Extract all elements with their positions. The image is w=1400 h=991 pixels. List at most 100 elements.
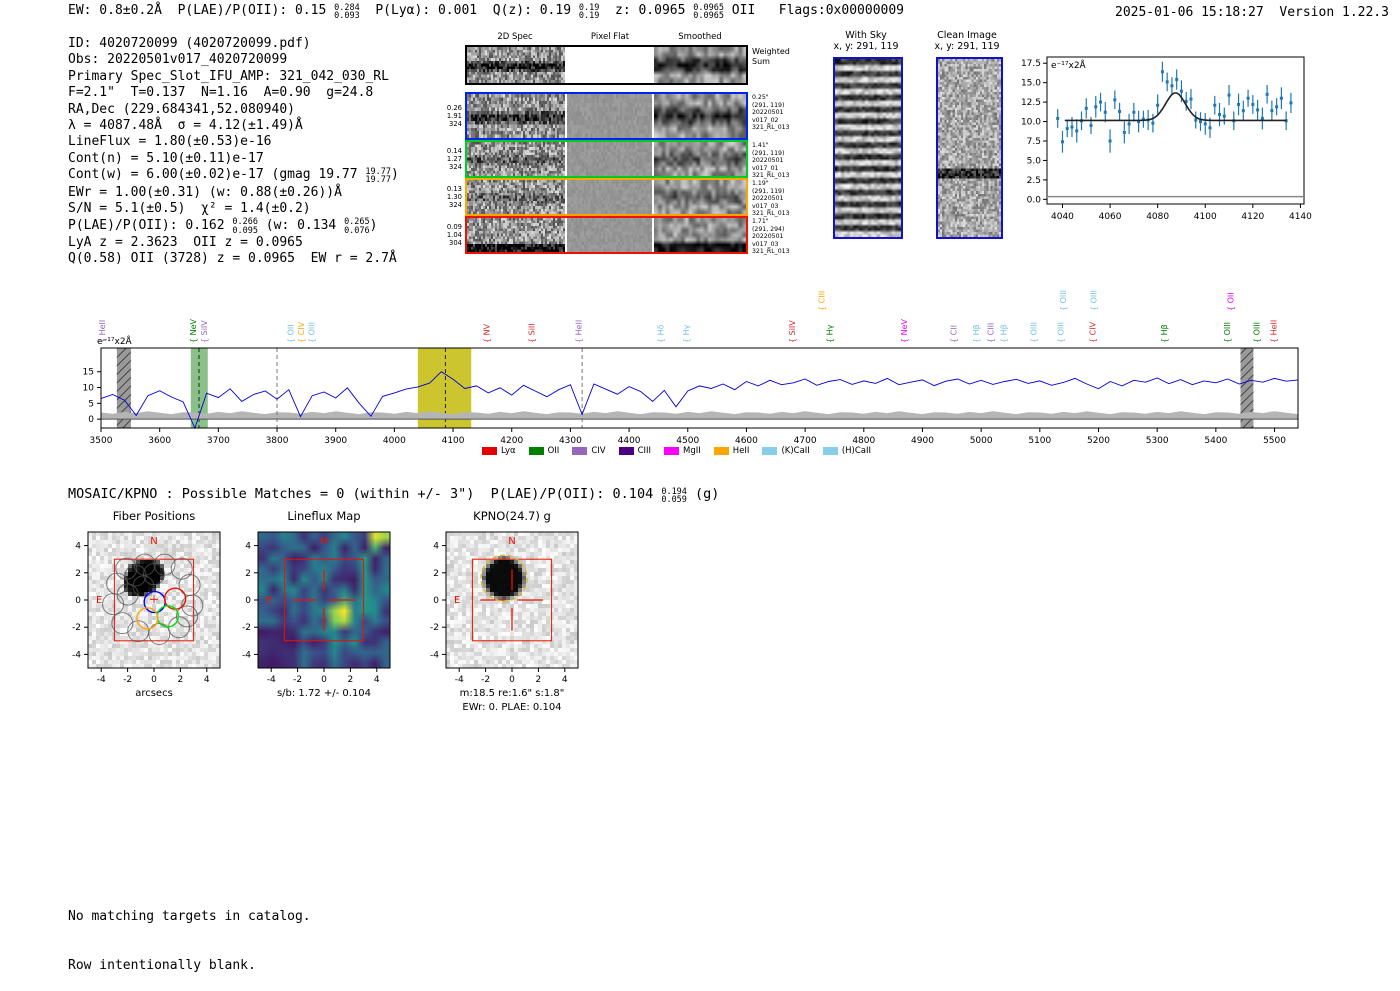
legend-swatch xyxy=(713,447,729,455)
svg-text:-4: -4 xyxy=(430,650,439,660)
spectrum-legend: Lyα OII CIV CIII MgII HeII (K)CaII (H)CaII xyxy=(482,446,871,456)
compass-north: N xyxy=(508,536,515,547)
svg-text:-4: -4 xyxy=(72,650,81,660)
line-id-label: { OIII xyxy=(1029,322,1038,343)
line-id-label: { OIII xyxy=(1223,322,1232,343)
svg-text:5400: 5400 xyxy=(1204,436,1227,446)
legend-swatch xyxy=(822,447,838,455)
cutout-caption: s/b: 1.72 +/- 0.104 xyxy=(277,688,371,699)
svg-text:4: 4 xyxy=(75,542,81,552)
svg-text:4400: 4400 xyxy=(618,436,641,446)
svg-text:0: 0 xyxy=(88,415,94,425)
legend-swatch xyxy=(482,447,497,455)
line-id-label: { OIII xyxy=(1056,322,1065,343)
legend-item: CIII xyxy=(618,446,651,456)
svg-text:-4: -4 xyxy=(267,675,276,685)
legend-item: MgII xyxy=(664,446,701,456)
legend-swatch xyxy=(664,447,680,455)
svg-text:15.0: 15.0 xyxy=(1021,79,1041,89)
line-id-label: { HeII xyxy=(575,320,584,343)
legend-swatch xyxy=(762,447,778,455)
svg-text:5100: 5100 xyxy=(1028,436,1051,446)
svg-text:4140: 4140 xyxy=(1289,212,1312,222)
svg-text:4: 4 xyxy=(204,675,210,685)
legend-item: (K)CaII xyxy=(762,446,810,456)
svg-text:0: 0 xyxy=(245,596,251,606)
svg-text:7.5: 7.5 xyxy=(1027,137,1041,147)
svg-text:5: 5 xyxy=(88,399,94,409)
note-line: Row intentionally blank. xyxy=(68,958,256,974)
line-id-label: { CII xyxy=(950,325,959,343)
svg-text:-2: -2 xyxy=(242,623,251,633)
legend-item: OII xyxy=(528,446,559,456)
svg-text:4200: 4200 xyxy=(500,436,523,446)
legend-swatch xyxy=(528,447,544,455)
svg-text:-4: -4 xyxy=(455,675,464,685)
line-id-label: { SiII xyxy=(528,323,537,343)
svg-text:3600: 3600 xyxy=(148,436,171,446)
svg-text:4600: 4600 xyxy=(735,436,758,446)
svg-text:5200: 5200 xyxy=(1087,436,1110,446)
svg-text:2: 2 xyxy=(536,675,542,685)
text-segment: Q(0.58) OII (3728) z = 0.0965 EW r = 2.7… xyxy=(68,251,397,267)
svg-text:4060: 4060 xyxy=(1099,212,1122,222)
legend-item: CIV xyxy=(572,446,606,456)
svg-text:0: 0 xyxy=(509,675,515,685)
svg-text:5.0: 5.0 xyxy=(1027,156,1042,166)
legend-item: HeII xyxy=(713,446,749,456)
svg-text:0: 0 xyxy=(75,596,81,606)
line-id-label: { SiIV xyxy=(200,320,209,343)
svg-text:2.5: 2.5 xyxy=(1027,176,1041,186)
svg-text:4100: 4100 xyxy=(442,436,465,446)
compass-north: N xyxy=(150,536,157,547)
svg-text:4: 4 xyxy=(562,675,568,685)
mosaic-match-line: MOSAIC/KPNO : Possible Matches = 0 (with… xyxy=(68,486,719,505)
legend-swatch xyxy=(572,447,588,455)
line-id-label: { Hβ xyxy=(972,324,981,343)
svg-text:-2: -2 xyxy=(72,623,81,633)
line-id-label: { NeV xyxy=(189,318,198,343)
svg-text:0: 0 xyxy=(151,675,157,685)
svg-text:0: 0 xyxy=(321,675,327,685)
line-id-label: { OII xyxy=(286,324,295,343)
svg-text:4040: 4040 xyxy=(1051,212,1074,222)
note-line: No matching targets in catalog. xyxy=(68,908,311,924)
svg-text:4500: 4500 xyxy=(676,436,699,446)
svg-text:2: 2 xyxy=(245,569,251,579)
lineflux-panel-overlay: Lineflux Map -4 -4 -2 -2 0 0 2 2 4 4 N Es/b: 1.72 +/… xyxy=(242,509,391,699)
svg-text:-2: -2 xyxy=(123,675,132,685)
line-id-label: { OIII xyxy=(1252,322,1261,343)
svg-text:3700: 3700 xyxy=(207,436,230,446)
cutout-title: KPNO(24.7) g xyxy=(473,509,551,523)
cutout-xlabel: arcsecs xyxy=(135,688,173,699)
cutout-caption: m:18.5 re:1.6" s:1.8" xyxy=(460,688,565,699)
svg-text:10: 10 xyxy=(83,384,95,394)
svg-text:10.0: 10.0 xyxy=(1021,118,1041,128)
line-id-label: { NV xyxy=(482,323,491,343)
line-id-label: { OII xyxy=(1226,292,1235,311)
svg-text:4300: 4300 xyxy=(559,436,582,446)
line-id-label: { Hγ xyxy=(682,324,691,343)
svg-text:5300: 5300 xyxy=(1146,436,1169,446)
line-id-label: { Hδ xyxy=(657,324,666,343)
svg-text:3500: 3500 xyxy=(90,436,113,446)
svg-text:-2: -2 xyxy=(430,623,439,633)
cutout-caption2: EWr: 0. PLAE: 0.104 xyxy=(462,702,561,713)
svg-text:4700: 4700 xyxy=(794,436,817,446)
svg-text:2: 2 xyxy=(75,569,81,579)
svg-text:5000: 5000 xyxy=(970,436,993,446)
inset-units-label: e⁻¹⁷x2Å xyxy=(1051,59,1087,71)
line-id-label: { SiIV xyxy=(788,320,797,343)
svg-text:0: 0 xyxy=(433,596,439,606)
legend-item: (H)CaII xyxy=(822,446,871,456)
legend-item: Lyα xyxy=(482,446,516,456)
info-line: Q(0.58) OII (3728) z = 0.0965 EW r = 2.7… xyxy=(68,251,399,267)
line-id-label: { Hβ xyxy=(1160,324,1169,343)
line-id-label: { HeII xyxy=(1269,320,1278,343)
kpno-panel-overlay: KPNO(24.7) g -4 -4 -2 -2 0 0 2 2 4 4 N Em:18.5 re:1.… xyxy=(430,509,579,713)
svg-text:3800: 3800 xyxy=(266,436,289,446)
line-id-label: { NeV xyxy=(900,318,909,343)
svg-text:2: 2 xyxy=(433,569,439,579)
svg-text:4: 4 xyxy=(245,542,251,552)
svg-text:4100: 4100 xyxy=(1194,212,1217,222)
